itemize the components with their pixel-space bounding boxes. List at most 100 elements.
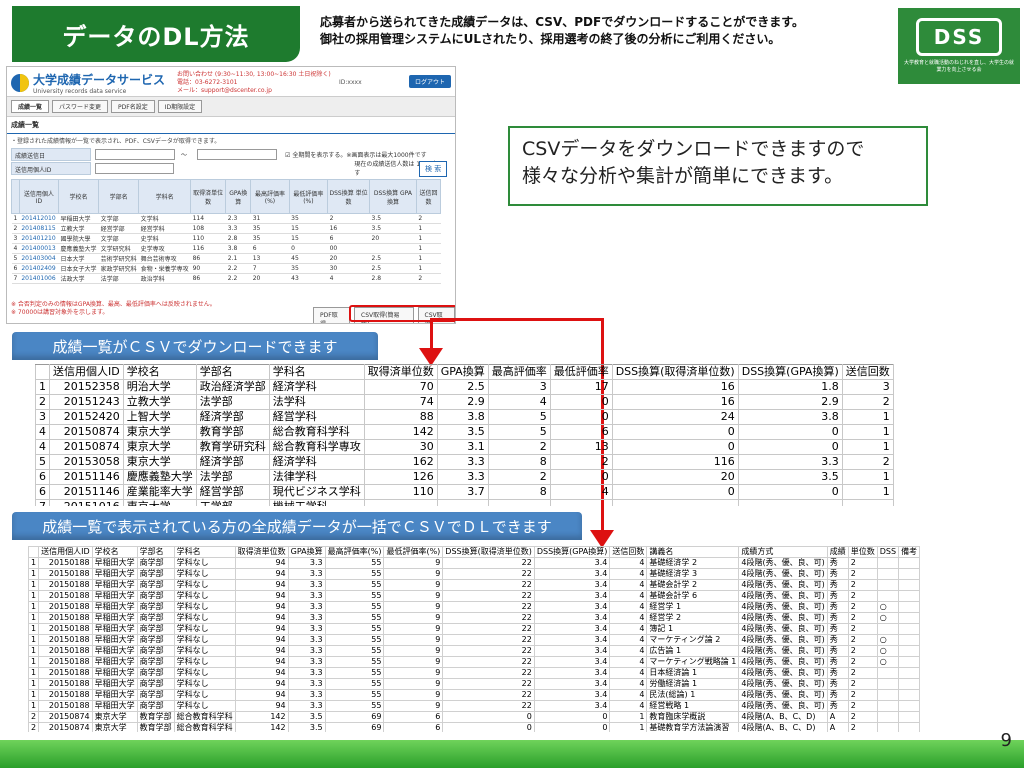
nav-tab-password[interactable]: パスワード変更 [52, 100, 109, 113]
nav-tab-grades[interactable]: 成績一覧 [11, 100, 50, 113]
sheet-cell: 94 [234, 634, 289, 646]
sheet-cell: 2 [487, 439, 551, 455]
sheet-cell [876, 623, 900, 635]
sheet-cell: 商学部 [136, 634, 175, 646]
sheet-cell: 17 [549, 379, 613, 395]
sheet-cell: 法学部 [195, 394, 270, 410]
sheet-cell: 広告論 1 [646, 645, 740, 657]
sheet-cell: 94 [234, 645, 289, 657]
sheet-cell: 上智大学 [122, 409, 197, 425]
sheet-cell: 4段階(秀、優、良、可) [738, 689, 828, 701]
header-cell: 送信回数 [415, 179, 442, 214]
sheet-cell: 3.4 [533, 612, 611, 624]
sheet-cell: 22 [442, 667, 535, 679]
search-button[interactable]: 検 索 [419, 161, 448, 177]
date-to-input[interactable] [197, 148, 278, 160]
sheet-cell: 3.3 [287, 568, 326, 580]
table-row[interactable]: 5 201403004 日本大学 芸術学研究科 舞台芸術専攻 86 2.1 13 45 20 2.5… [11, 253, 441, 264]
sheet-cell: マーケティング戦略論 1 [646, 656, 740, 668]
table-row[interactable]: 4 201400013 慶應義塾大学 文学研究科 史学専攻 116 3.8 6 0 00 1 [11, 243, 441, 254]
sheet-cell: 1 [841, 469, 894, 485]
sheet-header-cell: 備考 [898, 546, 921, 558]
sheet-header-cell [35, 364, 50, 380]
sheet-cell: 24 [611, 409, 739, 425]
logout-button[interactable]: ログアウト [408, 75, 451, 88]
sheet-cell: 基礎会計学 2 [646, 579, 740, 591]
sheet-cell: 3.4 [533, 601, 611, 613]
contact-phone: 電話：03-6272-3101 [177, 79, 238, 86]
table-row[interactable]: 2 201408115 立教大学 経営学部 経営学科 108 3.3 35 15 16 3.5 1 [11, 223, 441, 234]
sheet-cell: 0 [737, 484, 843, 500]
sheet-cell: ○ [876, 645, 900, 657]
sheet-cell: 5 [35, 454, 50, 470]
intro-text: 応募者から送られてきた成績データは、CSV、PDFでダウンロードすることができま… [320, 14, 910, 48]
sheet-cell: 94 [234, 689, 289, 701]
sheet-cell: 9 [383, 590, 444, 602]
date-from-input[interactable] [95, 148, 175, 160]
table-cell: 2.1 [225, 253, 251, 264]
sheet-cell: ○ [876, 634, 900, 646]
table-row[interactable]: 3 201401210 國學院大學 文学部 史学科 110 2.8 35 15 6 20 1 [11, 233, 441, 244]
sheet-cell: 6 [35, 469, 50, 485]
contact-mail[interactable]: メール：support@dscenter.co.jp [177, 87, 331, 95]
sheet-row: 6 20151146 産業能率大学 経営学部 現代ビジネス学科 110 3.7 8 4 0 0 1 [35, 484, 894, 500]
table-cell: 15 [289, 233, 328, 244]
sheet-cell: 94 [234, 590, 289, 602]
sheet-cell [876, 667, 900, 679]
table-row[interactable]: 1 201412010 早稲田大学 文学部 文学科 114 2.3 31 35 2 3.5 2 [11, 213, 441, 224]
sheet-cell: 162 [363, 454, 438, 470]
sheet-cell: 94 [234, 601, 289, 613]
id-input[interactable] [94, 162, 175, 174]
table-row[interactable]: 7 201401006 法政大学 法学部 政治学科 86 2.2 20 43 4 2.8 2 [11, 273, 441, 284]
sheet-header-cell: 最高評価率(%) [324, 546, 385, 558]
table-cell: 経営学科 [138, 223, 191, 234]
sheet-cell: 3.4 [533, 645, 611, 657]
sheet-cell: 9 [383, 678, 444, 690]
sheet-cell: 3 [35, 409, 50, 425]
sheet-cell: 0 [442, 711, 535, 723]
sheet-header-cell: DSS換算(GPA換算) [533, 546, 611, 558]
pdf-download-button[interactable]: PDF取得 [313, 307, 351, 323]
sheet-cell [363, 499, 438, 506]
date-label: 成績送信日 [11, 147, 91, 161]
sheet-cell: 経営学 2 [646, 612, 740, 624]
sheet-cell: 20151016 [49, 499, 124, 506]
sheet-cell: 3.3 [287, 689, 326, 701]
intro-line-1: 応募者から送られてきた成績データは、CSV、PDFでダウンロードすることができま… [320, 15, 804, 29]
sheet-cell: 3.3 [287, 623, 326, 635]
nav-tab-id-expiry[interactable]: ID期限設定 [157, 100, 203, 113]
sheet-cell: 55 [324, 612, 385, 624]
sheet-header-cell: 送信回数 [609, 546, 648, 558]
sheet-cell: 秀 [826, 700, 849, 712]
sheet-cell: 9 [383, 612, 444, 624]
table-cell: 6 [11, 263, 20, 274]
sheet-cell: 3.4 [533, 568, 611, 580]
table-header-row: 送信用個人ID 学校名 学部名 学科名 取得済単位数 GPA換算 最高評価率(%) 最低評価率… [11, 179, 442, 214]
sheet-cell: 2 [841, 454, 894, 470]
all-period-checkbox[interactable]: ☑ 全期間を表示する。※画面表示は最大1000件です [285, 150, 427, 159]
sheet-cell: 20150188 [38, 645, 93, 657]
sheet-cell: 商学部 [136, 623, 175, 635]
sheet-cell: 商学部 [136, 579, 175, 591]
sheet-cell: 55 [324, 700, 385, 712]
sheet-cell: 2 [847, 711, 878, 723]
sheet-cell: 20150188 [38, 579, 93, 591]
sheet-cell: 3.3 [287, 656, 326, 668]
sheet-cell: 4段階(秀、優、良、可) [738, 601, 828, 613]
sheet-cell [737, 499, 843, 506]
table-cell: 35 [289, 213, 328, 224]
range-tilde: ～ [181, 151, 188, 159]
nav-tab-pdf[interactable]: PDF名設定 [111, 100, 155, 113]
table-cell: 3 [11, 233, 20, 244]
sheet-cell: 2.9 [436, 394, 489, 410]
table-row[interactable]: 6 201402409 日本女子大学 家政学研究科 食物・栄養学専攻 90 2.2 7 35 30… [11, 263, 441, 274]
sheet-cell [611, 499, 739, 506]
sheet-cell: 110 [363, 484, 438, 500]
sheet-cell: 142 [234, 722, 289, 732]
red-connector-1 [430, 318, 433, 350]
sheet-cell [876, 700, 900, 712]
sheet-cell: 秀 [826, 568, 849, 580]
sheet-cell: 20150188 [38, 678, 93, 690]
dss-logo: DSS 大学教育と就職活動のねじれを直し、大学生の就業力を向上させる会 [898, 8, 1020, 84]
sheet-cell: 3.4 [533, 623, 611, 635]
